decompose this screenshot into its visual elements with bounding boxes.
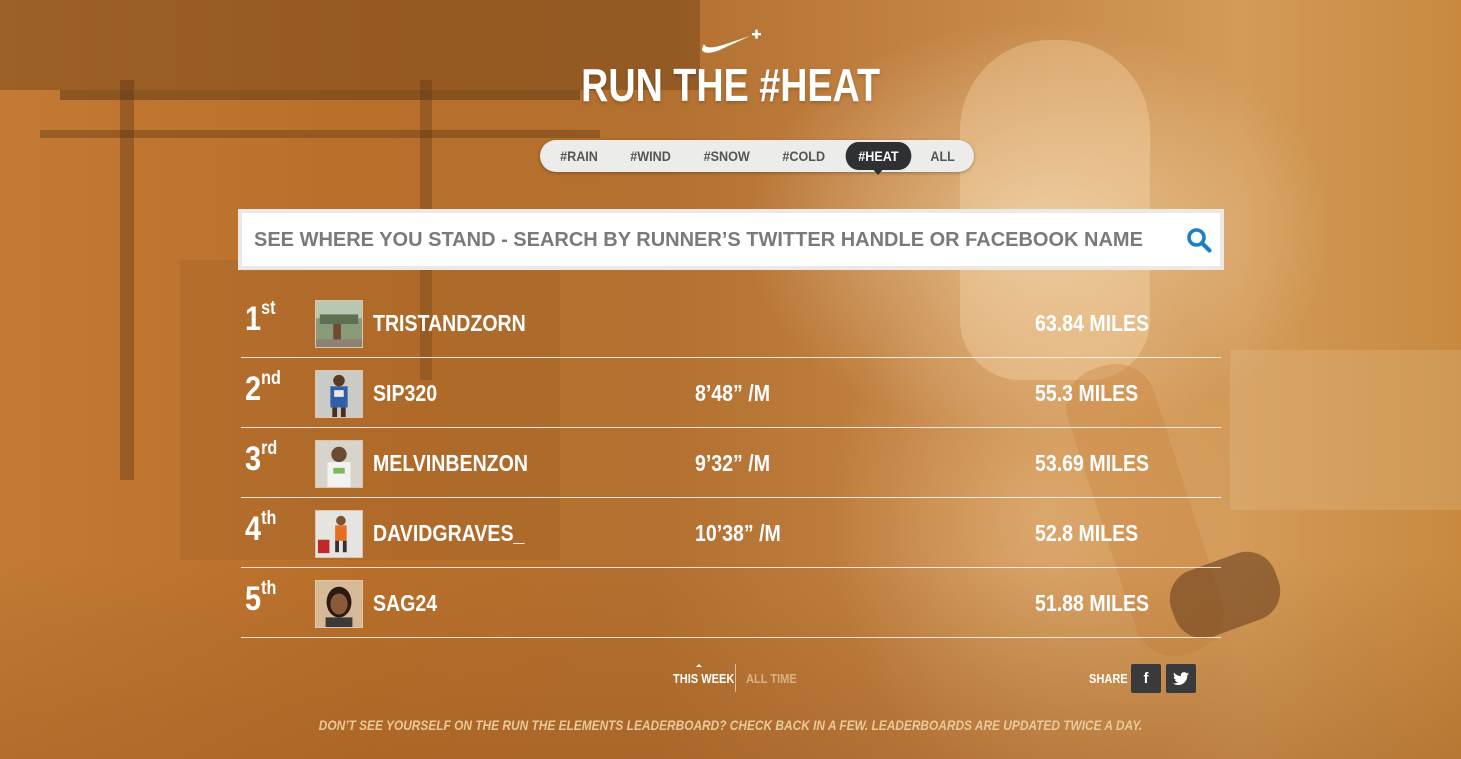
period-divider bbox=[735, 664, 736, 692]
tab-cold[interactable]: #COLD bbox=[770, 142, 838, 170]
avatar[interactable] bbox=[315, 440, 363, 488]
tab-all[interactable]: ALL bbox=[918, 142, 968, 170]
table-row[interactable]: 1st TRISTANDZORN 63.84 MILES bbox=[241, 288, 1221, 358]
avatar[interactable] bbox=[315, 580, 363, 628]
twitter-share-button[interactable] bbox=[1166, 664, 1196, 693]
period-all-time[interactable]: ALL TIME bbox=[746, 671, 797, 686]
runner-pace: 9’32” /M bbox=[695, 450, 770, 476]
avatar[interactable] bbox=[315, 370, 363, 418]
facebook-icon: f bbox=[1143, 670, 1149, 687]
share-label: SHARE bbox=[1089, 671, 1128, 686]
period-this-week[interactable]: THIS WEEK bbox=[673, 671, 734, 686]
runner-miles: 55.3 MILES bbox=[1035, 380, 1139, 406]
facebook-share-button[interactable]: f bbox=[1131, 664, 1161, 693]
runner-miles: 63.84 MILES bbox=[1035, 310, 1150, 336]
footer-note: DON’T SEE YOURSELF ON THE RUN THE ELEMEN… bbox=[318, 717, 1143, 733]
table-row[interactable]: 4th DAVIDGRAVES_ 10’38” /M 52.8 MILES bbox=[241, 498, 1221, 568]
rank: 3rd bbox=[245, 438, 278, 478]
runner-miles: 51.88 MILES bbox=[1035, 590, 1150, 616]
runner-pace: 8’48” /M bbox=[695, 380, 770, 406]
avatar[interactable] bbox=[315, 300, 363, 348]
leaderboard: 1st TRISTANDZORN 63.84 MILES 2nd SIP320 … bbox=[241, 288, 1221, 638]
table-row[interactable]: 5th SAG24 51.88 MILES bbox=[241, 568, 1221, 638]
selected-period-caret-icon bbox=[696, 664, 702, 667]
runner-miles: 52.8 MILES bbox=[1035, 520, 1139, 546]
page-title: RUN THE #HEAT bbox=[581, 59, 881, 111]
runner-pace: 10’38” /M bbox=[695, 520, 781, 546]
table-row[interactable]: 3rd MELVINBENZON 9’32” /M 53.69 MILES bbox=[241, 428, 1221, 498]
tab-heat[interactable]: #HEAT bbox=[845, 142, 912, 175]
rank: 2nd bbox=[245, 368, 281, 408]
search-input[interactable] bbox=[252, 213, 1176, 268]
avatar[interactable] bbox=[315, 510, 363, 558]
nike-plus-swoosh-icon bbox=[702, 29, 761, 53]
runner-name: TRISTANDZORN bbox=[373, 310, 526, 336]
twitter-bird-icon bbox=[1173, 671, 1189, 685]
tab-wind[interactable]: #WIND bbox=[618, 142, 684, 170]
rank: 1st bbox=[245, 298, 276, 338]
search-box bbox=[238, 209, 1224, 270]
tab-snow[interactable]: #SNOW bbox=[691, 142, 762, 170]
runner-miles: 53.69 MILES bbox=[1035, 450, 1150, 476]
runner-name: SIP320 bbox=[373, 380, 438, 406]
page-content: RUN THE #HEAT #RAIN #WIND #SNOW #COLD #H… bbox=[0, 0, 1461, 759]
element-filter-tabs: #RAIN #WIND #SNOW #COLD #HEAT ALL bbox=[540, 140, 975, 175]
rank: 4th bbox=[245, 508, 277, 548]
runner-name: SAG24 bbox=[373, 590, 438, 616]
search-icon[interactable] bbox=[1186, 227, 1212, 253]
table-row[interactable]: 2nd SIP320 8’48” /M 55.3 MILES bbox=[241, 358, 1221, 428]
runner-name: MELVINBENZON bbox=[373, 450, 528, 476]
rank: 5th bbox=[245, 578, 277, 618]
tab-rain[interactable]: #RAIN bbox=[548, 142, 611, 170]
runner-name: DAVIDGRAVES_ bbox=[373, 520, 525, 546]
